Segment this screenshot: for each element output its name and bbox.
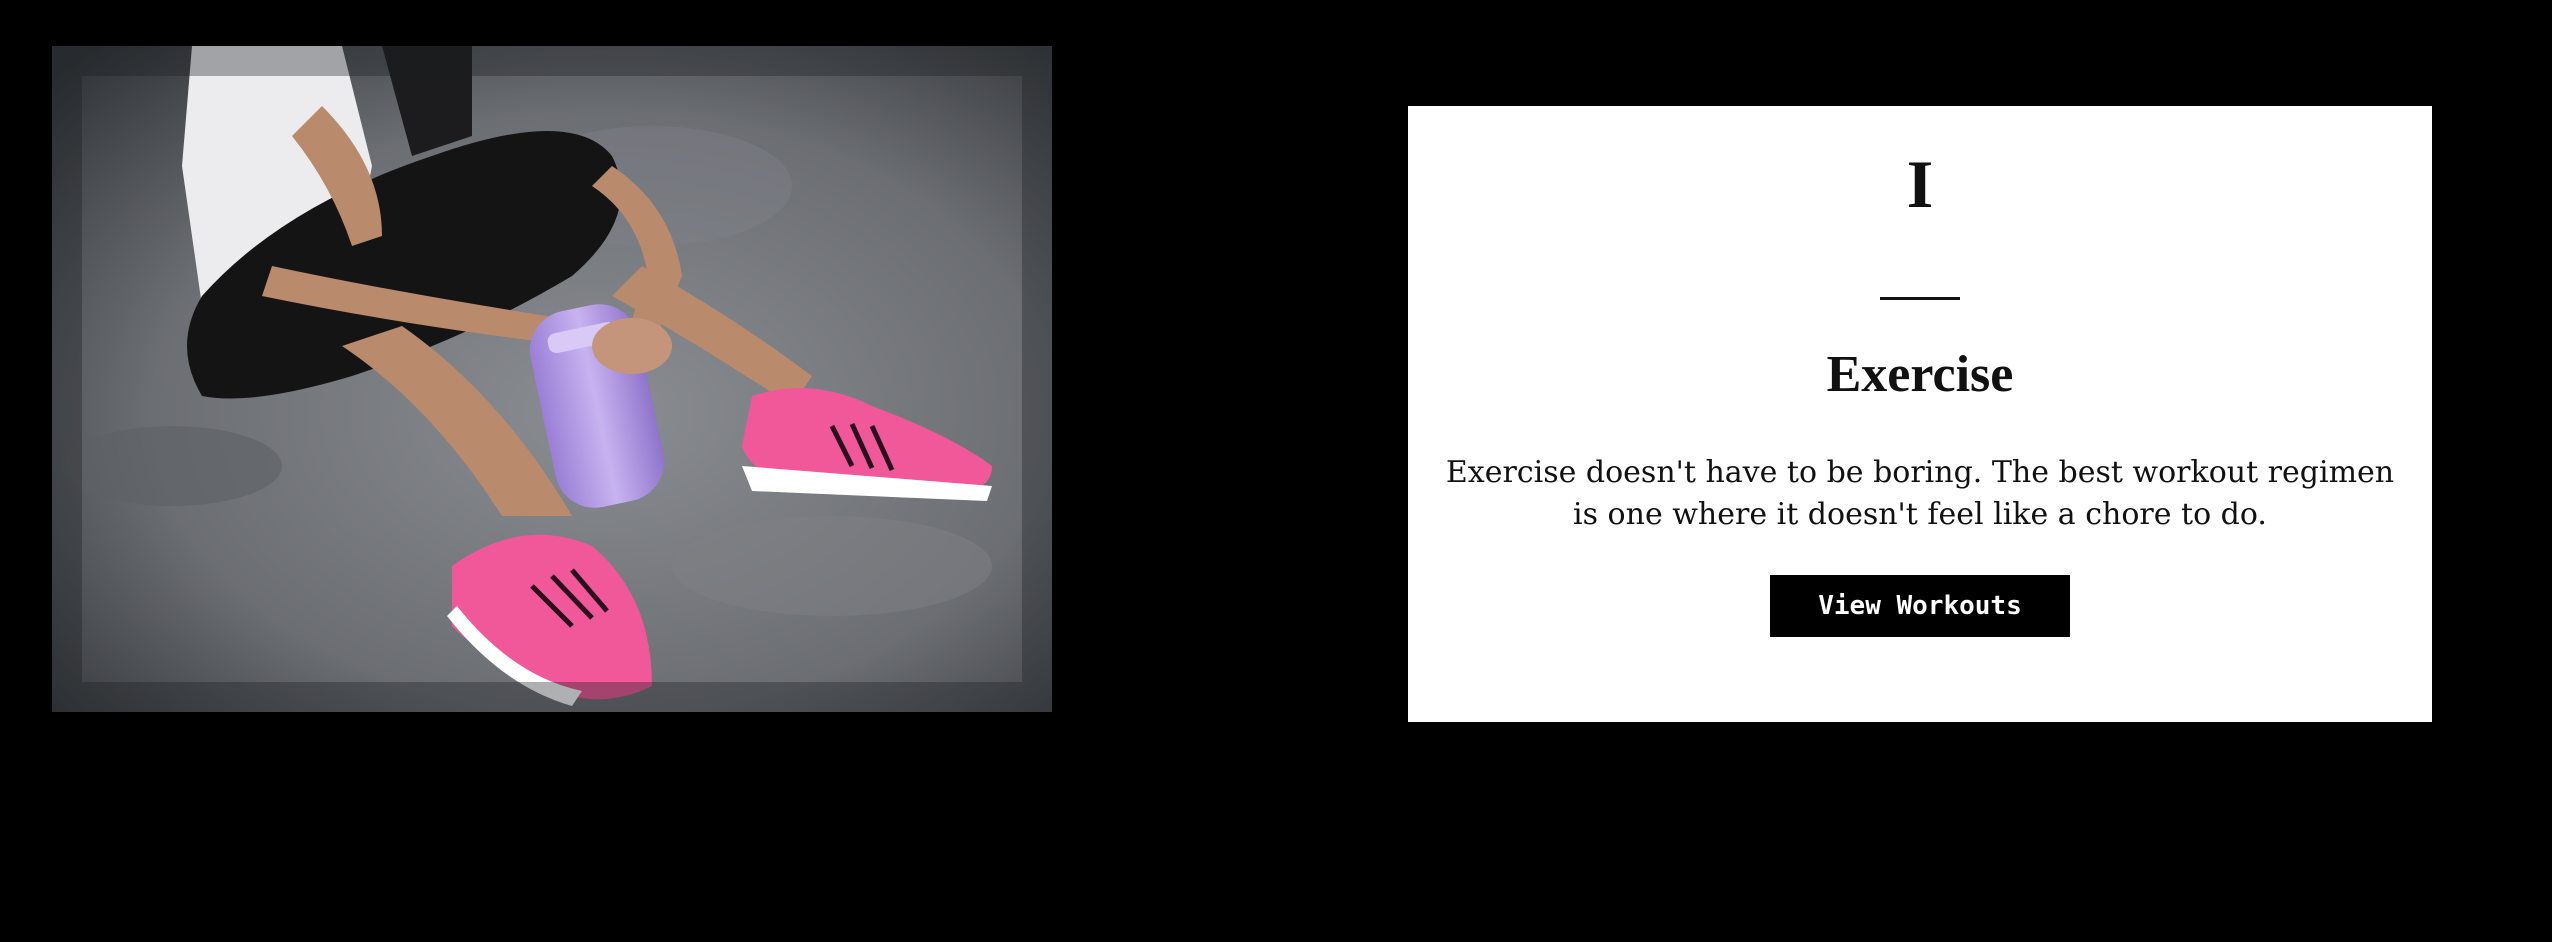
card-numeral: I: [1906, 146, 1934, 222]
card-divider: [1880, 297, 1960, 300]
view-workouts-button[interactable]: View Workouts: [1770, 575, 2070, 637]
exercise-card: I Exercise Exercise doesn't have to be b…: [1408, 106, 2432, 722]
hero-image: [52, 46, 1052, 712]
card-title: Exercise: [1826, 346, 2014, 403]
hero-photo-illustration: [52, 46, 1052, 712]
card-description: Exercise doesn't have to be boring. The …: [1445, 455, 2395, 532]
